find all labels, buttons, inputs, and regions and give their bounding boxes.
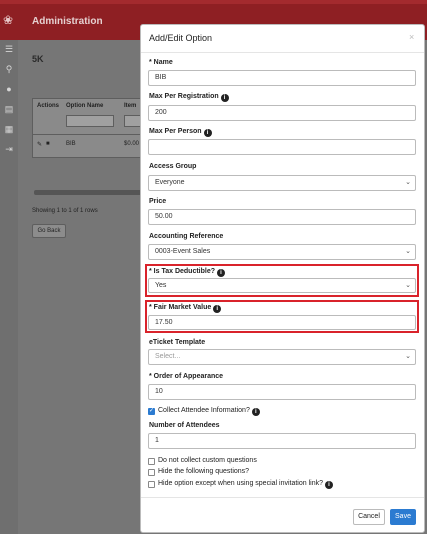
hide-following-label: Hide the following questions? (158, 468, 250, 475)
eticket-template-label: eTicket Template (149, 339, 206, 346)
accounting-reference-label: Accounting Reference (149, 233, 224, 240)
is-tax-deductible-select[interactable]: Yes ⌄ (148, 278, 416, 293)
max-per-registration-input[interactable]: 200 (148, 105, 416, 121)
row-item: $0.00 (124, 141, 140, 147)
max-per-person-label: Max Per Person i (149, 128, 212, 137)
modal-header: Add/Edit Option × (141, 25, 424, 53)
paw-logo-icon: ❀ (3, 13, 14, 27)
close-icon[interactable]: × (409, 32, 414, 42)
col-option-name: Option Name (66, 103, 104, 109)
order-of-appearance-input[interactable]: 10 (148, 384, 416, 400)
menu-icon[interactable]: ☰ (4, 44, 14, 54)
info-icon[interactable]: i (251, 408, 260, 416)
chevron-down-icon: ⌄ (405, 248, 411, 255)
info-icon[interactable]: i (213, 305, 222, 313)
option-name-filter[interactable] (66, 115, 114, 127)
hide-following-checkbox[interactable] (148, 469, 155, 476)
col-item: Item (124, 103, 137, 109)
row-option-name: BIB (66, 141, 76, 147)
max-per-registration-label: Max Per Registration i (149, 93, 229, 102)
max-per-person-input[interactable] (148, 139, 416, 155)
fair-market-value-input[interactable]: 17.50 (148, 315, 416, 330)
search-icon[interactable]: ⚲ (4, 64, 14, 74)
logout-icon[interactable]: ⇥ (4, 144, 14, 154)
info-icon[interactable]: i (217, 269, 225, 277)
accounting-reference-value: 0003-Event Sales (155, 248, 211, 255)
pagination-info: Showing 1 to 1 of 1 rows (32, 208, 98, 214)
order-of-appearance-label: * Order of Appearance (149, 373, 224, 380)
top-strip (0, 0, 427, 4)
do-not-collect-custom-label: Do not collect custom questions (158, 457, 257, 464)
fair-market-value-label: * Fair Market Value i (149, 304, 222, 313)
app-title: Administration (32, 16, 103, 27)
add-edit-option-modal: Add/Edit Option × * Name BIB Max Per Reg… (140, 24, 425, 533)
sidebar: ☰ ⚲ ● ▤ ▦ ⇥ (0, 40, 18, 534)
edit-icon[interactable]: ✎ (37, 141, 42, 148)
access-group-label: Access Group (149, 163, 197, 170)
cancel-button[interactable]: Cancel (353, 509, 385, 525)
eticket-template-placeholder: Select... (155, 353, 181, 360)
access-group-select[interactable]: Everyone ⌄ (148, 175, 416, 191)
go-back-button[interactable]: Go Back (32, 224, 66, 238)
modal-title: Add/Edit Option (149, 33, 213, 43)
chevron-down-icon: ⌄ (405, 353, 411, 360)
access-group-value: Everyone (155, 179, 185, 186)
info-icon[interactable]: i (325, 481, 333, 489)
number-of-attendees-input[interactable]: 1 (148, 433, 416, 449)
grid-icon[interactable]: ▦ (4, 124, 14, 134)
info-icon[interactable]: i (220, 94, 229, 102)
delete-icon[interactable]: ■ (46, 141, 50, 147)
save-button[interactable]: Save (390, 509, 416, 525)
collect-attendee-info-label: Collect Attendee Information? i (158, 407, 260, 416)
chevron-down-icon: ⌄ (405, 179, 411, 186)
info-icon[interactable]: i (203, 129, 212, 137)
accounting-reference-select[interactable]: 0003-Event Sales ⌄ (148, 244, 416, 260)
list-icon[interactable]: ▤ (4, 104, 14, 114)
name-label: * Name (149, 59, 173, 66)
is-tax-deductible-value: Yes (155, 282, 167, 289)
hide-option-except-label: Hide option except when using special in… (158, 480, 333, 489)
chevron-down-icon: ⌄ (405, 282, 411, 289)
modal-footer-divider (141, 497, 424, 498)
user-icon[interactable]: ● (4, 84, 14, 94)
number-of-attendees-label: Number of Attendees (149, 422, 220, 429)
price-input[interactable]: 50.00 (148, 209, 416, 225)
collect-attendee-info-checkbox[interactable] (148, 407, 155, 415)
price-label: Price (149, 198, 167, 205)
col-actions: Actions (37, 103, 60, 109)
page-subtitle: 5K (32, 54, 44, 64)
do-not-collect-custom-checkbox[interactable] (148, 458, 155, 465)
is-tax-deductible-label: * Is Tax Deductible? i (149, 268, 225, 277)
hide-option-except-checkbox[interactable] (148, 481, 155, 488)
name-input[interactable]: BIB (148, 70, 416, 86)
eticket-template-select[interactable]: Select... ⌄ (148, 349, 416, 365)
